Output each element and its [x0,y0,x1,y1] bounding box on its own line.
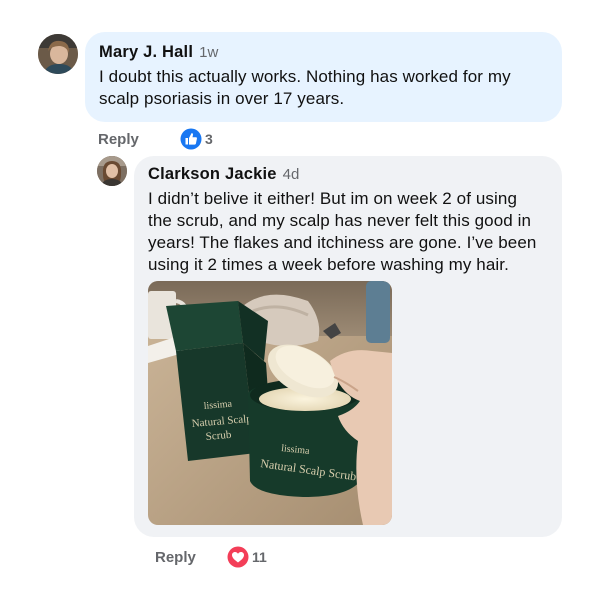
comment-text-line: I doubt this actually works. Nothing has… [99,67,511,86]
reply-header: Clarkson Jackie 4d [148,165,550,184]
reply-text-line: using it 2 times a week before washing m… [148,255,509,274]
comment-reactions[interactable]: 3 [180,128,213,150]
reply-author-name[interactable]: Clarkson Jackie [148,165,277,184]
reply-text-line: the scrub, and my scalp has never felt t… [148,211,532,230]
love-icon [227,546,249,568]
comment-bubble: Mary J. Hall 1w I doubt this actually wo… [85,32,562,122]
like-icon [180,128,202,150]
comment-text-line: scalp psoriasis in over 17 years. [99,89,345,108]
avatar-clarkson[interactable] [97,156,127,186]
reply-text-line: I didn’t belive it either! But im on wee… [148,189,518,208]
reaction-count: 3 [205,131,213,147]
comment-header: Mary J. Hall 1w [99,43,549,62]
reply-button[interactable]: Reply [155,549,196,566]
comment-author-name[interactable]: Mary J. Hall [99,43,193,62]
comment-timestamp[interactable]: 1w [199,44,218,61]
box-product-text-2: Scrub [205,429,232,443]
reply-timestamp[interactable]: 4d [283,166,300,183]
avatar-mary[interactable] [38,34,78,74]
reply-reactions[interactable]: 11 [227,546,267,568]
reaction-count: 11 [252,549,267,565]
product-photo[interactable]: lissima Natural Scalp Scrub lissima Natu… [148,281,392,525]
reply-text-line: years! The flakes and itchiness are gone… [148,233,537,252]
reply-button[interactable]: Reply [98,131,139,148]
